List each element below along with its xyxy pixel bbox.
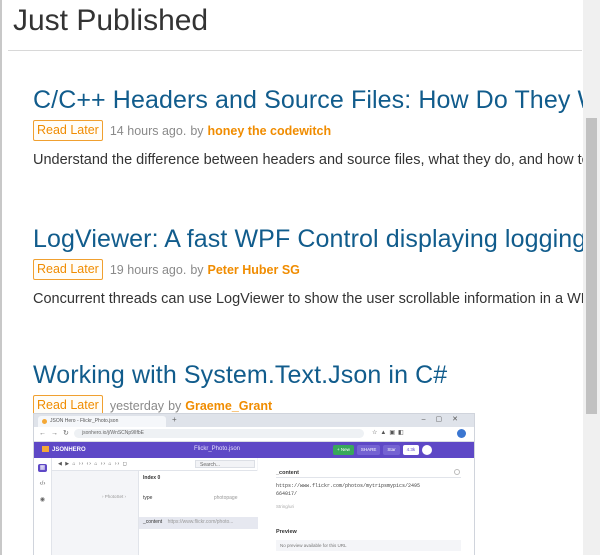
index-row: Index 0 bbox=[143, 475, 161, 481]
scrollbar-thumb[interactable] bbox=[586, 118, 597, 414]
type-row: type photopage bbox=[143, 495, 237, 501]
article-title-link[interactable]: C/C++ Headers and Source Files: How Do T… bbox=[33, 86, 583, 115]
detail-value-line: 664017/ bbox=[276, 491, 298, 497]
read-later-button[interactable]: Read Later bbox=[33, 259, 103, 280]
author-link[interactable]: Graeme_Grant bbox=[185, 399, 272, 413]
by-label: by bbox=[190, 123, 204, 138]
nav-arrows-icon: ←→↻ bbox=[39, 430, 74, 437]
browser-tabbar: JSON Hero - Flickr_Photo.json + –▢✕ bbox=[34, 414, 474, 427]
preview-note: No preview available for this URL bbox=[276, 540, 461, 551]
by-label: by bbox=[190, 262, 204, 277]
logo-icon bbox=[42, 446, 49, 452]
new-button: + New bbox=[333, 445, 354, 455]
author-link[interactable]: honey the codewitch bbox=[208, 124, 332, 138]
article-age: 14 hours ago. bbox=[109, 123, 187, 138]
preview-heading: Preview bbox=[276, 529, 297, 535]
detail-panel: _content https://www.flickr.com/photos/m… bbox=[258, 458, 474, 555]
browser-tab: JSON Hero - Flickr_Photo.json bbox=[38, 416, 166, 427]
app-toolbar: ◀ ▶ ⌂ ›› ‹› ⌂ ›› ⌂ ›› ◻ Search... bbox=[52, 458, 257, 471]
url-field: jsonhero.io/j/WnSCNp9lIfbE bbox=[74, 429, 364, 438]
share-button: SHARE bbox=[356, 445, 381, 455]
columns-view-icon: ▦ bbox=[38, 464, 47, 472]
article-summary: Understand the difference between header… bbox=[33, 152, 583, 168]
article-item: LogViewer: A fast WPF Control displaying… bbox=[33, 225, 583, 307]
search-input: Search... bbox=[195, 460, 255, 468]
section-heading: Just Published bbox=[13, 4, 209, 37]
author-link[interactable]: Peter Huber SG bbox=[208, 263, 300, 277]
star-count: 4.3k bbox=[402, 445, 420, 455]
app-logo: JSONHERO bbox=[42, 446, 86, 453]
article-item: C/C++ Headers and Source Files: How Do T… bbox=[33, 86, 583, 168]
info-icon bbox=[454, 469, 460, 475]
app-header: JSONHERO Flickr_Photo.json + New SHARE S… bbox=[34, 442, 474, 458]
heading-divider bbox=[8, 50, 582, 51]
detail-value: https://www.flickr.com/photos/mytripsmyp… bbox=[276, 482, 420, 498]
content-row: _content https://www.flickr.com/photo... bbox=[143, 519, 233, 525]
detail-divider bbox=[276, 477, 461, 478]
content-row-key: _content bbox=[143, 519, 163, 525]
type-row-value: photopage bbox=[213, 495, 238, 501]
document-title: Flickr_Photo.json bbox=[194, 446, 241, 452]
favicon-icon bbox=[42, 419, 47, 424]
tree-column-item: › PhotoSet › bbox=[102, 494, 127, 499]
star-button: Star bbox=[383, 445, 400, 455]
article-title-link[interactable]: Working with System.Text.Json in C# bbox=[33, 361, 447, 390]
article-age: yesterday bbox=[109, 398, 165, 413]
breadcrumb-icons: ◀ ▶ ⌂ ›› ‹› ⌂ ›› ⌂ ›› ◻ bbox=[58, 461, 128, 467]
type-row-key: type bbox=[143, 495, 153, 501]
new-tab-icon: + bbox=[172, 415, 177, 424]
detail-value-line: https://www.flickr.com/photos/mytripsmyp… bbox=[276, 483, 421, 489]
article-meta: Read Later 14 hours ago. by honey the co… bbox=[33, 120, 583, 141]
code-view-icon: ‹/› bbox=[39, 481, 46, 487]
article-age: 19 hours ago. bbox=[109, 262, 187, 277]
content-row-value: https://www.flickr.com/photo... bbox=[167, 519, 234, 525]
article-title-link[interactable]: LogViewer: A fast WPF Control displaying… bbox=[33, 225, 583, 254]
app-sidebar: ▦ ‹/› ◉ bbox=[34, 458, 52, 555]
article-thumbnail-image[interactable]: JSON Hero - Flickr_Photo.json + –▢✕ ←→↻ … bbox=[33, 413, 475, 555]
article-item: Working with System.Text.Json in C# Read… bbox=[33, 361, 447, 416]
tree-column: › PhotoSet › bbox=[52, 471, 137, 555]
window-controls-icon: –▢✕ bbox=[421, 416, 468, 423]
profile-avatar bbox=[457, 429, 466, 438]
logo-text: JSONHERO bbox=[52, 447, 86, 453]
browser-tools-icon: ☆▲▣◧ bbox=[372, 430, 407, 436]
article-meta: Read Later 19 hours ago. by Peter Huber … bbox=[33, 259, 583, 280]
app-header-buttons: + New SHARE Star 4.3k bbox=[333, 445, 433, 455]
read-later-button[interactable]: Read Later bbox=[33, 120, 103, 141]
tree-view-icon: ◉ bbox=[39, 497, 46, 503]
github-icon bbox=[422, 445, 433, 455]
by-label: by bbox=[168, 398, 182, 413]
tree-column-selected: Index 0 type photopage _content https://… bbox=[138, 471, 259, 555]
detail-title: _content bbox=[276, 470, 299, 476]
detail-type: String/uri bbox=[276, 504, 295, 509]
article-summary: Concurrent threads can use LogViewer to … bbox=[33, 291, 583, 307]
browser-tab-title: JSON Hero - Flickr_Photo.json bbox=[50, 418, 119, 424]
content-viewport: Just Published C/C++ Headers and Source … bbox=[0, 0, 583, 555]
browser-address-bar: ←→↻ jsonhero.io/j/WnSCNp9lIfbE ☆▲▣◧ bbox=[34, 427, 474, 442]
